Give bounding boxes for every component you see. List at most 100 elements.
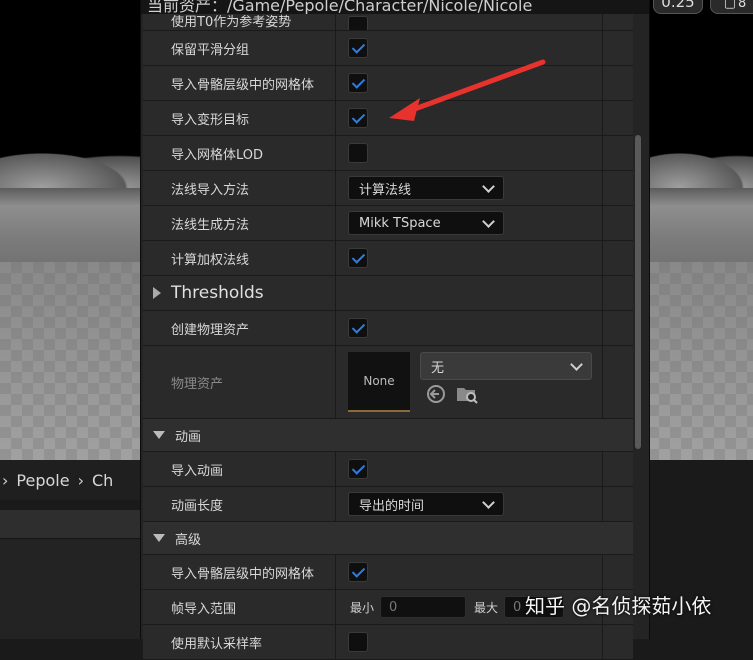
- option-value: 计算法线: [336, 171, 603, 205]
- option-label: 导入网格体LOD: [143, 136, 336, 170]
- asset-actions: [420, 384, 592, 404]
- thresholds-group-row[interactable]: Thresholds: [143, 276, 633, 311]
- physics-asset-dropdown[interactable]: 无: [420, 352, 592, 380]
- option-value: [336, 31, 603, 65]
- option-value: [336, 276, 603, 310]
- option-row: 导入动画: [143, 452, 633, 487]
- option-label: 计算加权法线: [143, 241, 336, 275]
- asset-picker: 无: [420, 352, 592, 404]
- option-row: 法线导入方法 计算法线: [143, 171, 633, 206]
- checkbox[interactable]: [348, 248, 368, 268]
- option-row: 物理资产 None 无: [143, 346, 633, 419]
- option-label: 帧导入范围: [143, 590, 336, 624]
- dropdown-value: 计算法线: [359, 182, 412, 198]
- floor-grid: [648, 262, 753, 460]
- option-value: Mikk TSpace: [336, 206, 603, 240]
- option-label: 创建物理资产: [143, 311, 336, 345]
- option-label: 物理资产: [143, 346, 336, 418]
- group-label: Thresholds: [171, 283, 264, 303]
- checkbox[interactable]: [348, 459, 368, 479]
- chevron-down-icon: [482, 495, 495, 509]
- checkbox[interactable]: [348, 38, 368, 58]
- option-value: [336, 66, 603, 100]
- option-value: [336, 311, 603, 345]
- chevron-down-icon: [570, 357, 583, 371]
- checkbox[interactable]: [348, 632, 368, 652]
- viewport-right: [648, 0, 753, 460]
- breadcrumb-item[interactable]: Ch: [92, 471, 113, 490]
- option-row: 导入骨骼层级中的网格体: [143, 66, 633, 101]
- checkbox[interactable]: [348, 143, 368, 163]
- expand-arrow-icon: [153, 287, 161, 299]
- watermark: 知乎 @名侦探茹小依: [525, 594, 712, 618]
- checkbox[interactable]: [348, 73, 368, 93]
- option-row: 使用默认采样率: [143, 625, 633, 660]
- camera-speed-value: 8: [738, 0, 747, 11]
- option-label: 使用默认采样率: [143, 625, 336, 659]
- option-value: 导出的时间: [336, 487, 603, 521]
- content-browser-panel: [0, 510, 140, 639]
- option-row: 导入变形目标: [143, 101, 633, 136]
- fbx-import-options-dialog: 当前资产：/Game/Pepole/Character/Nicole/Nicol…: [140, 0, 650, 660]
- option-row: 动画长度 导出的时间: [143, 487, 633, 522]
- option-value: [336, 555, 603, 589]
- floor-grid: [0, 262, 140, 460]
- camera-icon: ▢: [723, 0, 736, 11]
- use-selected-asset-icon[interactable]: [426, 384, 446, 404]
- chevron-right-icon: ›: [2, 470, 9, 490]
- checkbox[interactable]: [348, 16, 368, 30]
- checkbox[interactable]: [348, 108, 368, 128]
- option-row: 导入骨骼层级中的网格体: [143, 555, 633, 590]
- current-asset-path: 当前资产：/Game/Pepole/Character/Nicole/Nicol…: [147, 0, 533, 14]
- option-label: 导入骨骼层级中的网格体: [143, 66, 336, 100]
- option-value: [336, 136, 603, 170]
- option-label: 导入骨骼层级中的网格体: [143, 555, 336, 589]
- details-list: 使用T0作为参考姿势 保留平滑分组 导入骨骼层级中的网格体 导入变形目标 导入网…: [143, 14, 633, 660]
- option-value: [336, 452, 603, 486]
- dialog-title-bar: 当前资产：/Game/Pepole/Character/Nicole/Nicol…: [141, 0, 649, 14]
- section-label: 动画: [175, 429, 202, 445]
- camera-speed-button[interactable]: ▢ 8: [710, 0, 753, 14]
- option-row: 导入网格体LOD: [143, 136, 633, 171]
- animation-length-dropdown[interactable]: 导出的时间: [348, 492, 504, 516]
- animation-section-header[interactable]: 动画: [143, 419, 633, 452]
- option-label: 保留平滑分组: [143, 31, 336, 65]
- normal-import-method-dropdown[interactable]: 计算法线: [348, 176, 504, 200]
- min-frame-input[interactable]: 0: [380, 596, 467, 618]
- advanced-section-header[interactable]: 高级: [143, 522, 633, 555]
- breadcrumb: › Pepole › Ch: [0, 460, 142, 500]
- collapse-arrow-icon: [153, 431, 165, 439]
- option-label: 法线生成方法: [143, 206, 336, 240]
- section-header: 动画: [143, 419, 603, 451]
- checkbox[interactable]: [348, 318, 368, 338]
- max-label: 最大: [474, 600, 499, 615]
- min-label: 最小: [350, 600, 375, 615]
- option-value: [336, 625, 603, 659]
- option-label: 使用T0作为参考姿势: [143, 14, 336, 30]
- option-row: 法线生成方法 Mikk TSpace: [143, 206, 633, 241]
- option-value: None 无: [336, 346, 603, 418]
- dropdown-value: Mikk TSpace: [359, 215, 441, 231]
- checkbox[interactable]: [348, 562, 368, 582]
- asset-thumbnail[interactable]: None: [348, 352, 410, 412]
- option-row: 创建物理资产: [143, 311, 633, 346]
- chevron-right-icon: ›: [77, 470, 84, 490]
- breadcrumb-item[interactable]: Pepole: [16, 471, 69, 490]
- scrollbar-thumb[interactable]: [635, 135, 641, 449]
- viewport-left: [0, 0, 140, 460]
- content-browser-toolbar: [0, 510, 140, 539]
- dropdown-value: 无: [431, 360, 445, 376]
- option-value: [336, 14, 603, 30]
- normal-generation-method-dropdown[interactable]: Mikk TSpace: [348, 211, 504, 235]
- browse-asset-icon[interactable]: [456, 384, 478, 404]
- section-header: 高级: [143, 522, 603, 554]
- option-row: 保留平滑分组: [143, 31, 633, 66]
- chevron-down-icon: [482, 214, 495, 228]
- option-label: 导入变形目标: [143, 101, 336, 135]
- group-header: Thresholds: [143, 276, 336, 310]
- option-label: 动画长度: [143, 487, 336, 521]
- section-label: 高级: [175, 532, 202, 548]
- zoom-value[interactable]: 0.25: [653, 0, 703, 14]
- option-label: 法线导入方法: [143, 171, 336, 205]
- chevron-down-icon: [482, 179, 495, 193]
